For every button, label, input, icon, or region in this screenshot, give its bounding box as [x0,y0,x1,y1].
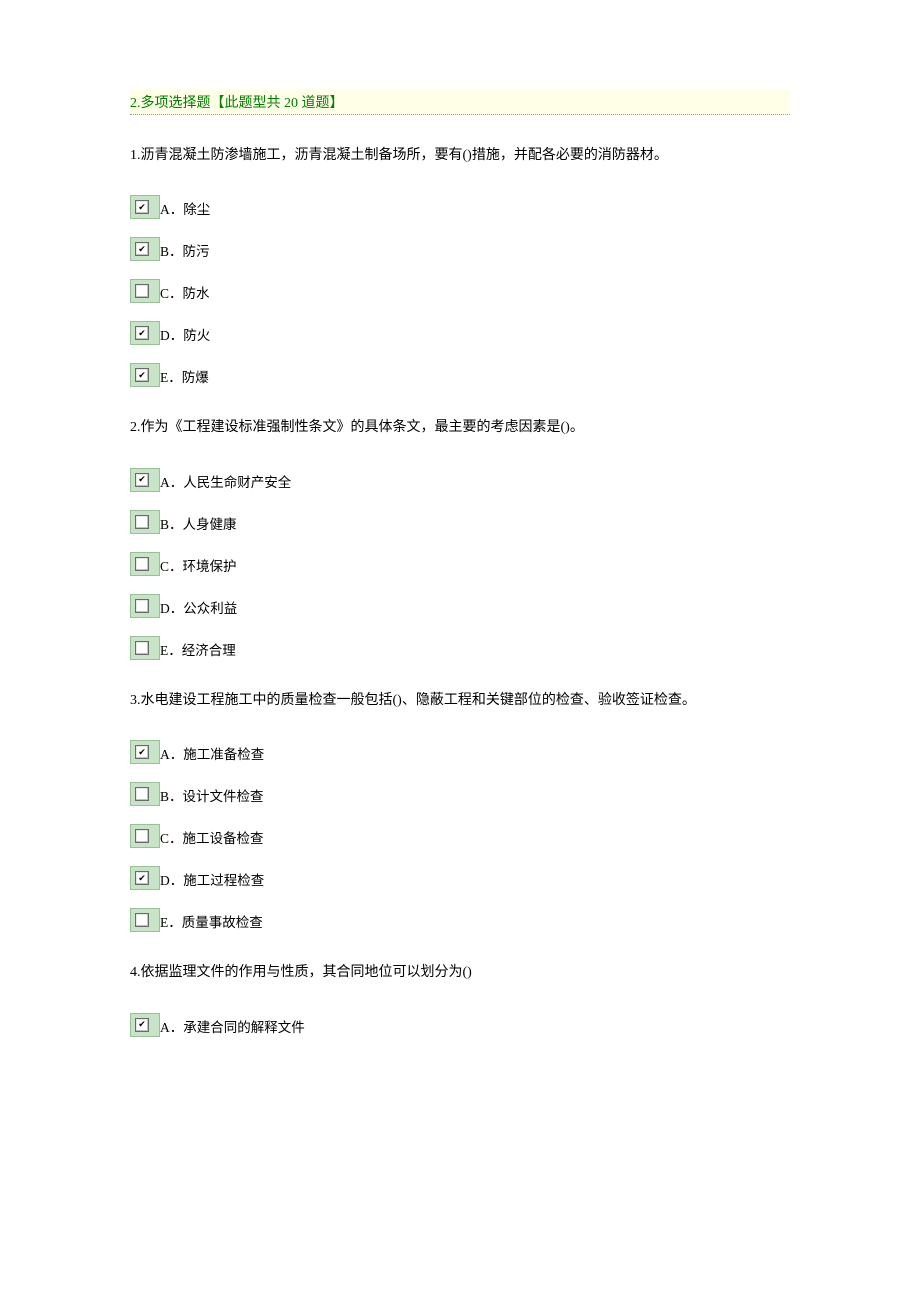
checkbox-container[interactable]: ✔ [130,321,160,345]
checkbox-container[interactable]: ✔ [130,866,160,890]
checkbox-checked[interactable]: ✔ [135,1018,149,1032]
page-container: 2.多项选择题【此题型共 20 道题】 1.沥青混凝土防渗墙施工，沥青混凝土制备… [0,0,920,1107]
option-row: C．环境保护 [130,552,790,576]
option-row: D．公众利益 [130,594,790,618]
checkbox-container[interactable]: ✔ [130,363,160,387]
option-label: E．经济合理 [160,639,236,660]
checkbox-unchecked[interactable] [135,284,149,298]
options-list: ✔ A．施工准备检查 B．设计文件检查 C．施工设备检查 ✔ D．施工过程检查 … [130,740,790,932]
option-label: B．人身健康 [160,513,237,534]
option-label: E．质量事故检查 [160,911,263,932]
checkbox-unchecked[interactable] [135,913,149,927]
question-text: 3.水电建设工程施工中的质量检查一般包括()、隐蔽工程和关键部位的检查、验收签证… [130,690,790,712]
question-block: 3.水电建设工程施工中的质量检查一般包括()、隐蔽工程和关键部位的检查、验收签证… [130,690,790,932]
option-row: ✔ B．防污 [130,237,790,261]
checkbox-container[interactable] [130,552,160,576]
checkbox-checked[interactable]: ✔ [135,871,149,885]
option-row: ✔ A．施工准备检查 [130,740,790,764]
question-text: 2.作为《工程建设标准强制性条文》的具体条文，最主要的考虑因素是()。 [130,417,790,439]
option-row: E．经济合理 [130,636,790,660]
option-label: A．施工准备检查 [160,743,264,764]
option-row: ✔ D．防火 [130,321,790,345]
options-list: ✔ A．人民生命财产安全 B．人身健康 C．环境保护 D．公众利益 E．经济合理 [130,468,790,660]
checkbox-container[interactable]: ✔ [130,468,160,492]
option-label: D．公众利益 [160,597,237,618]
checkbox-unchecked[interactable] [135,829,149,843]
checkbox-checked[interactable]: ✔ [135,242,149,256]
question-block: 1.沥青混凝土防渗墙施工，沥青混凝土制备场所，要有()措施，并配各必要的消防器材… [130,145,790,387]
options-list: ✔ A．除尘 ✔ B．防污 C．防水 ✔ D．防火 ✔ E．防爆 [130,195,790,387]
checkbox-container[interactable] [130,824,160,848]
question-block: 4.依据监理文件的作用与性质，其合同地位可以划分为() ✔ A．承建合同的解释文… [130,962,790,1036]
option-label: A．除尘 [160,198,210,219]
option-row: ✔ E．防爆 [130,363,790,387]
checkbox-container[interactable]: ✔ [130,195,160,219]
checkbox-container[interactable] [130,908,160,932]
option-label: C．防水 [160,282,210,303]
question-text: 4.依据监理文件的作用与性质，其合同地位可以划分为() [130,962,790,984]
section-header: 2.多项选择题【此题型共 20 道题】 [130,90,790,115]
checkbox-unchecked[interactable] [135,641,149,655]
option-row: C．防水 [130,279,790,303]
option-label: A．承建合同的解释文件 [160,1016,305,1037]
checkbox-checked[interactable]: ✔ [135,745,149,759]
option-label: B．设计文件检查 [160,785,264,806]
checkbox-unchecked[interactable] [135,515,149,529]
checkbox-container[interactable] [130,594,160,618]
option-row: E．质量事故检查 [130,908,790,932]
checkbox-container[interactable] [130,636,160,660]
checkbox-container[interactable]: ✔ [130,1013,160,1037]
checkbox-container[interactable]: ✔ [130,740,160,764]
option-label: A．人民生命财产安全 [160,471,291,492]
checkbox-container[interactable] [130,782,160,806]
option-row: B．人身健康 [130,510,790,534]
option-label: D．防火 [160,324,210,345]
checkbox-checked[interactable]: ✔ [135,473,149,487]
option-label: D．施工过程检查 [160,869,264,890]
checkbox-container[interactable] [130,279,160,303]
checkbox-checked[interactable]: ✔ [135,200,149,214]
option-label: C．环境保护 [160,555,237,576]
option-row: ✔ A．承建合同的解释文件 [130,1013,790,1037]
option-row: C．施工设备检查 [130,824,790,848]
question-block: 2.作为《工程建设标准强制性条文》的具体条文，最主要的考虑因素是()。 ✔ A．… [130,417,790,659]
option-row: ✔ A．人民生命财产安全 [130,468,790,492]
question-text: 1.沥青混凝土防渗墙施工，沥青混凝土制备场所，要有()措施，并配各必要的消防器材… [130,145,790,167]
option-row: ✔ D．施工过程检查 [130,866,790,890]
checkbox-unchecked[interactable] [135,787,149,801]
option-label: C．施工设备检查 [160,827,264,848]
checkbox-container[interactable] [130,510,160,534]
options-list: ✔ A．承建合同的解释文件 [130,1013,790,1037]
checkbox-unchecked[interactable] [135,557,149,571]
option-row: B．设计文件检查 [130,782,790,806]
option-label: E．防爆 [160,366,209,387]
checkbox-unchecked[interactable] [135,599,149,613]
checkbox-checked[interactable]: ✔ [135,368,149,382]
checkbox-container[interactable]: ✔ [130,237,160,261]
option-row: ✔ A．除尘 [130,195,790,219]
checkbox-checked[interactable]: ✔ [135,326,149,340]
option-label: B．防污 [160,240,210,261]
